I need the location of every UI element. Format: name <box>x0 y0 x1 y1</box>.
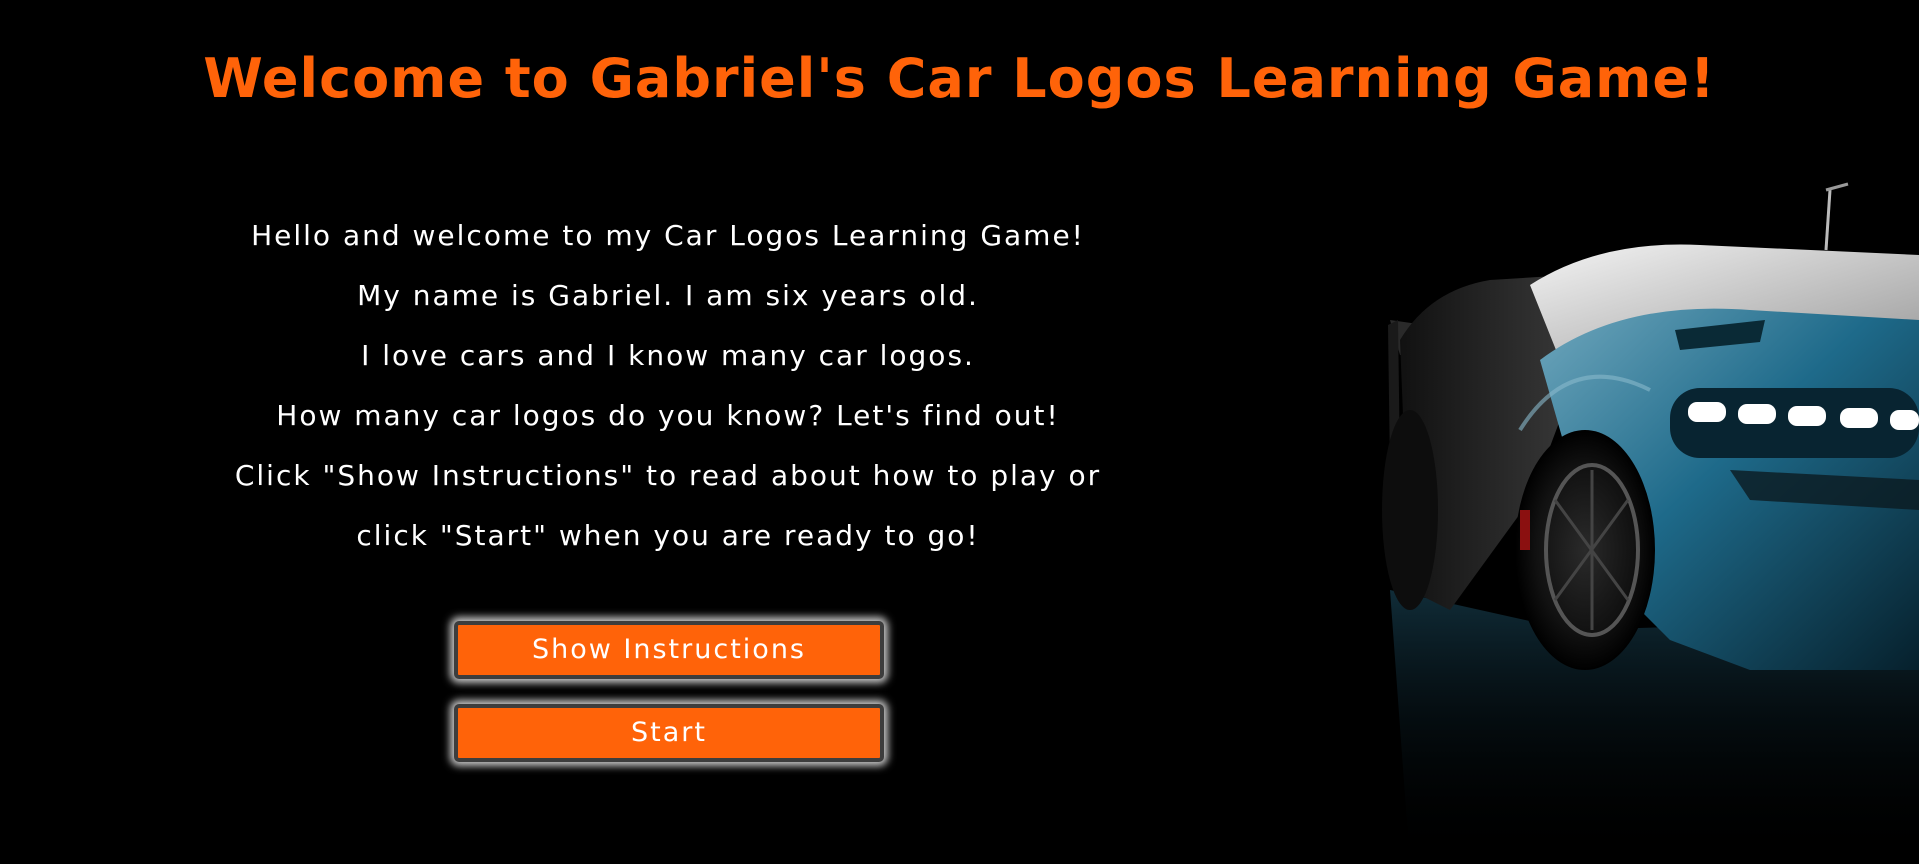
intro-line: My name is Gabriel. I am six years old. <box>357 279 979 312</box>
intro-line: click "Start" when you are ready to go! <box>356 519 980 552</box>
intro-line: I love cars and I know many car logos. <box>361 339 975 372</box>
intro-line: Click "Show Instructions" to read about … <box>234 459 1102 492</box>
sports-car-image <box>1370 170 1919 864</box>
start-button[interactable]: Start <box>454 704 884 762</box>
show-instructions-button[interactable]: Show Instructions <box>454 621 884 679</box>
intro-line: Hello and welcome to my Car Logos Learni… <box>251 219 1085 252</box>
intro-line: How many car logos do you know? Let's fi… <box>276 399 1060 432</box>
sports-car-icon <box>1382 182 1919 864</box>
intro-text: Hello and welcome to my Car Logos Learni… <box>170 206 1166 566</box>
page-title: Welcome to Gabriel's Car Logos Learning … <box>203 47 1716 110</box>
